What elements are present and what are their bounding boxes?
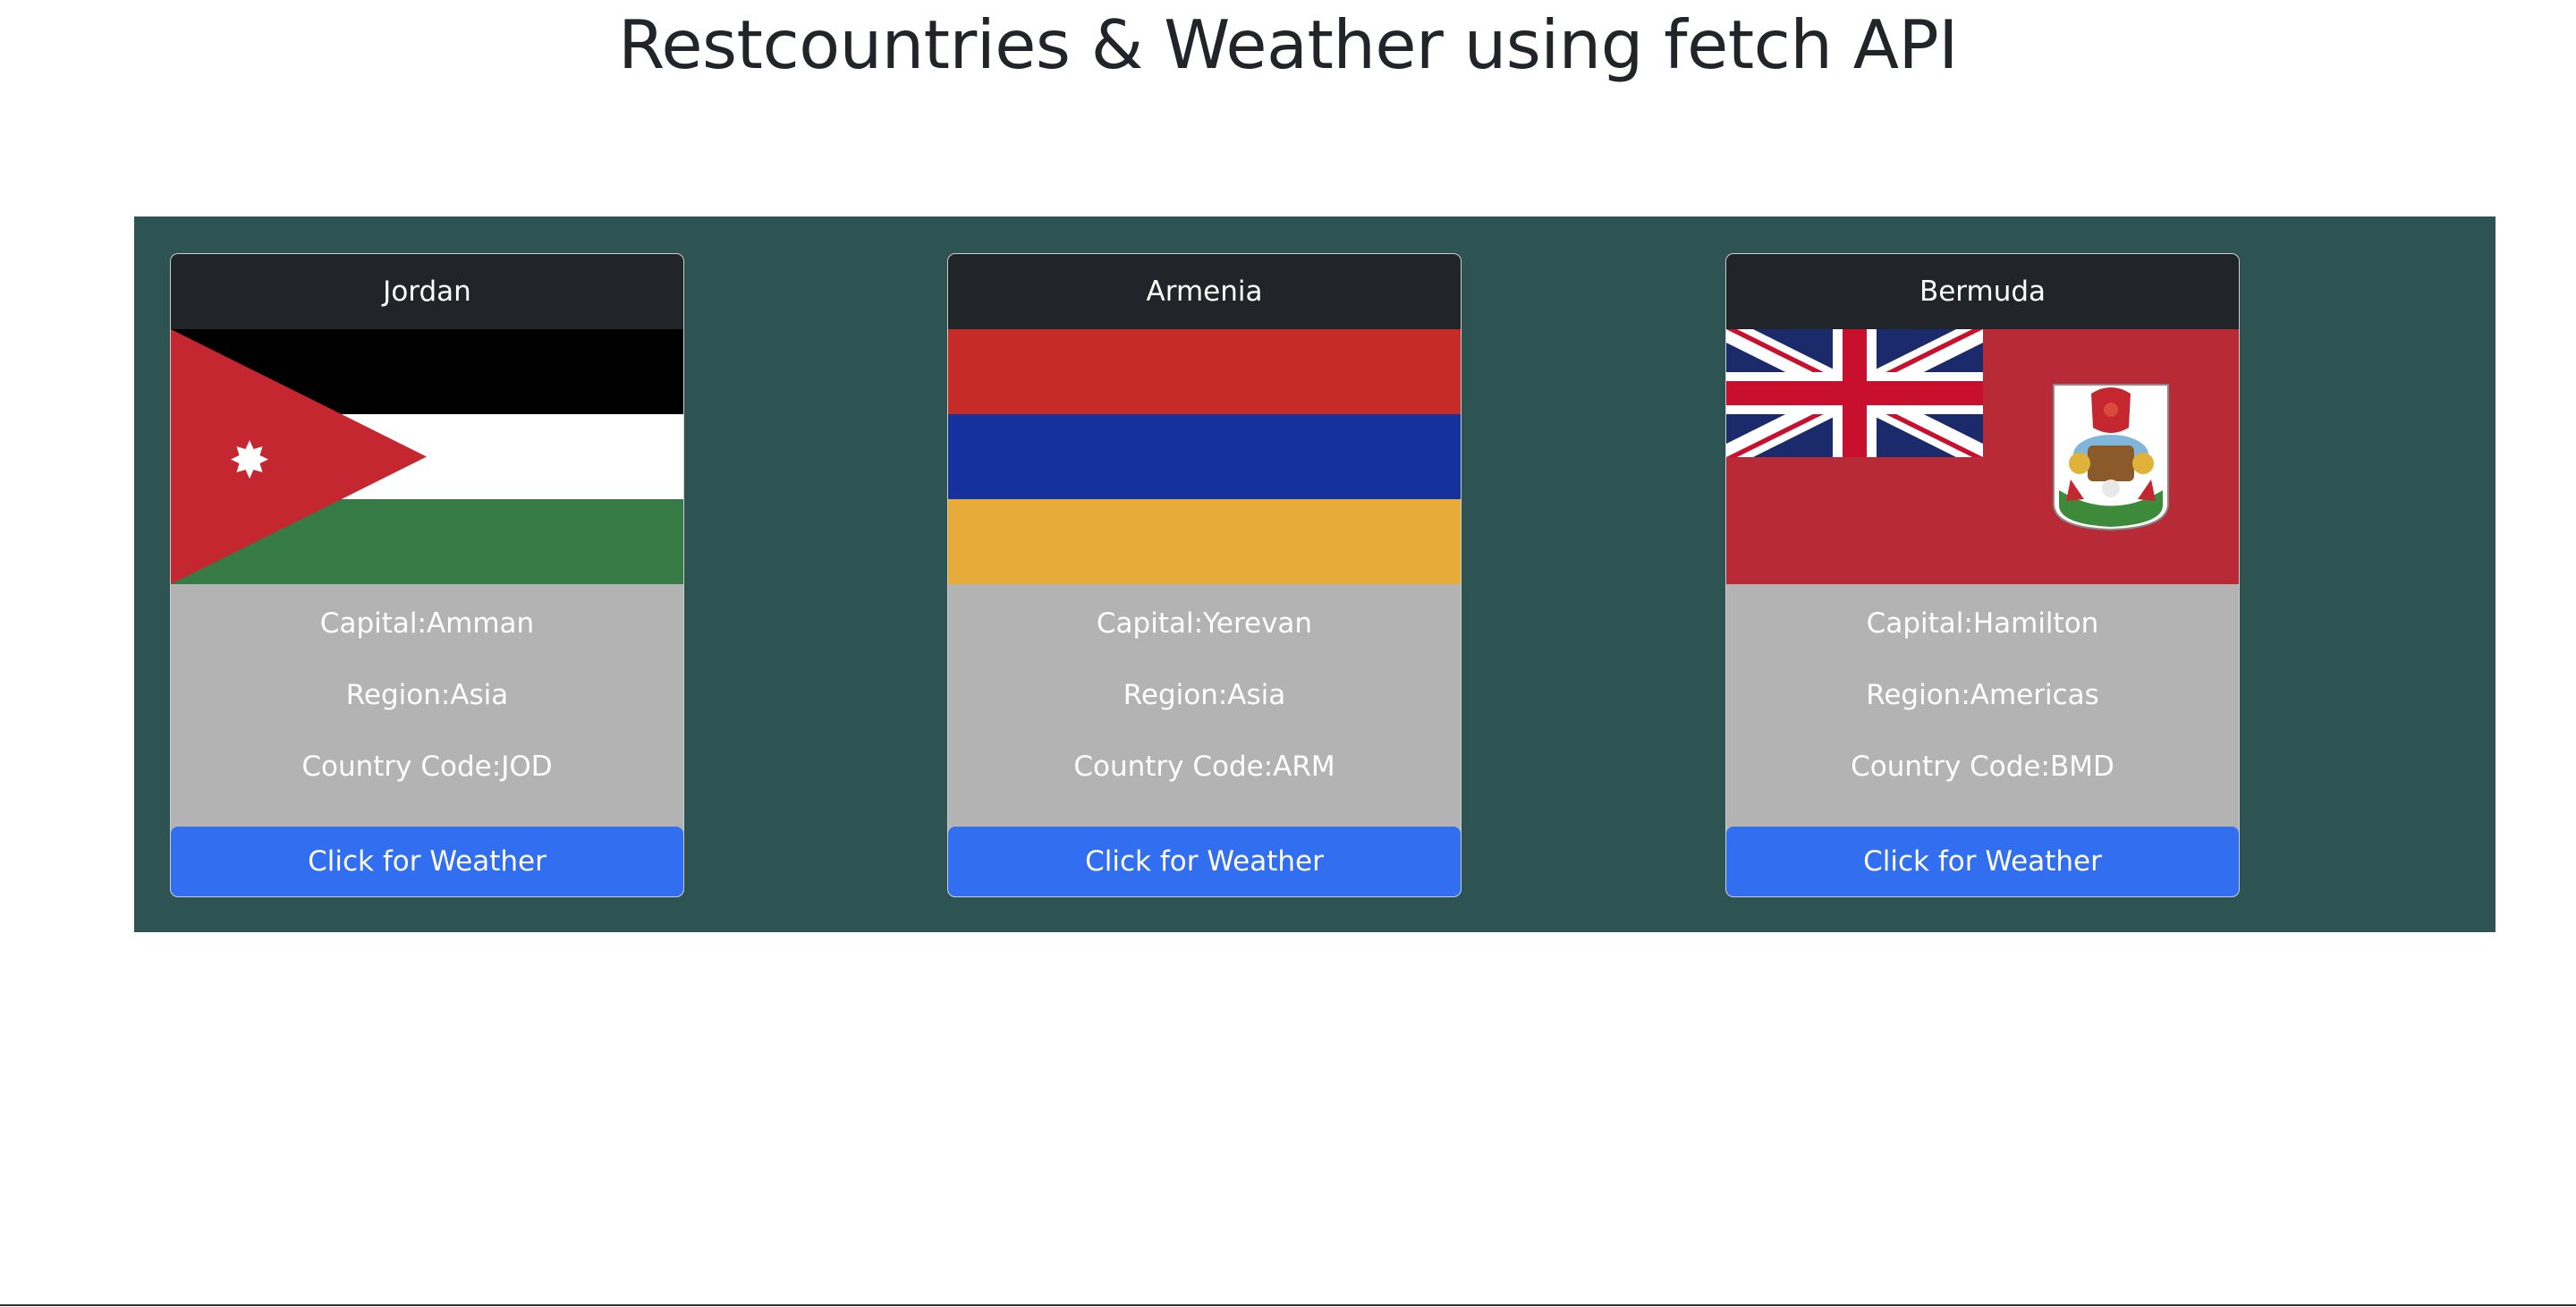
weather-button[interactable]: Click for Weather [1726, 827, 2239, 896]
country-card-armenia: Armenia Capital:Yerevan Region:Asia Coun… [947, 253, 1462, 897]
weather-button[interactable]: Click for Weather [171, 827, 683, 896]
page-title: Restcountries & Weather using fetch API [618, 5, 1958, 84]
weather-button[interactable]: Click for Weather [948, 827, 1461, 896]
region-text: Region:Asia [345, 679, 509, 711]
card-header: Jordan [171, 254, 683, 329]
card-body: Capital:Amman Region:Asia Country Code:J… [171, 584, 683, 827]
region-text: Region:Americas [1866, 679, 2099, 711]
capital-text: Capital:Amman [319, 607, 535, 640]
bottom-divider [0, 1304, 2576, 1306]
card-header: Armenia [948, 254, 1461, 329]
capital-text: Capital:Hamilton [1866, 607, 2099, 640]
capital-text: Capital:Yerevan [1096, 607, 1313, 640]
card-header: Bermuda [1726, 254, 2239, 329]
countries-container: Jordan Capital:Amman Region:Asia Country… [134, 216, 2496, 932]
country-code-text: Country Code:ARM [1073, 751, 1335, 783]
country-code-text: Country Code:BMD [1851, 751, 2114, 783]
country-card-bermuda: Bermuda Capital:Hamilton Region:Americas… [1725, 253, 2240, 897]
country-code-text: Country Code:JOD [301, 751, 553, 783]
card-body: Capital:Yerevan Region:Asia Country Code… [948, 584, 1461, 827]
jordan-flag-icon [171, 329, 683, 584]
card-body: Capital:Hamilton Region:Americas Country… [1726, 584, 2239, 827]
armenia-flag-icon [948, 329, 1461, 584]
region-text: Region:Asia [1123, 679, 1286, 711]
country-card-jordan: Jordan Capital:Amman Region:Asia Country… [170, 253, 684, 897]
bermuda-flag-icon [1726, 329, 2239, 584]
